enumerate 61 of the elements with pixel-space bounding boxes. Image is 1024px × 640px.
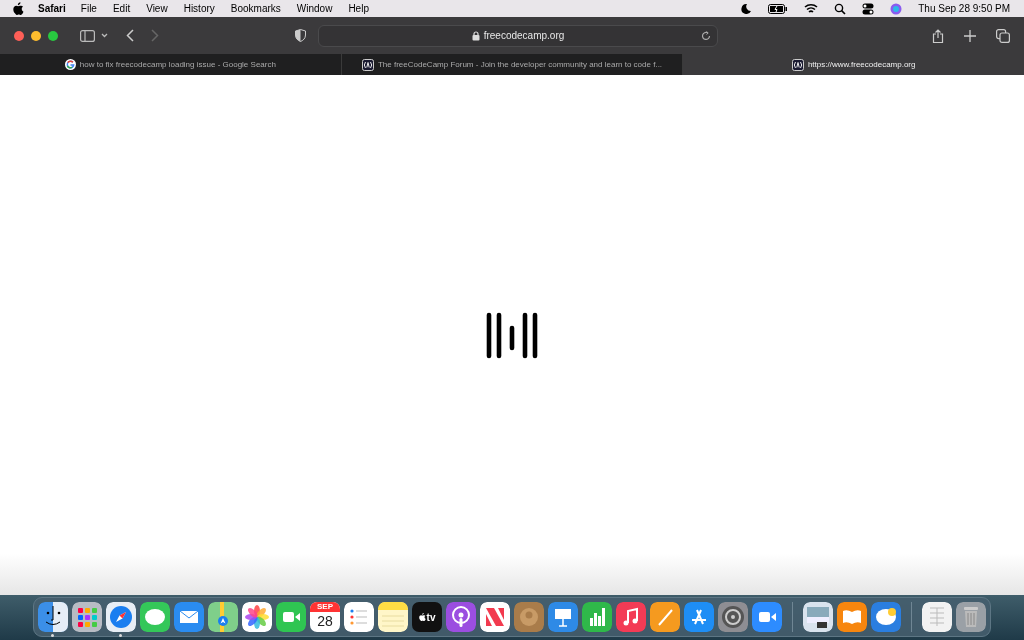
code-brackets-icon xyxy=(791,58,804,71)
flower-icon[interactable] xyxy=(242,602,272,632)
presentation-icon[interactable] xyxy=(548,602,578,632)
menu-clock[interactable]: Thu Sep 28 9:50 PM xyxy=(918,3,1010,14)
tv-app-icon[interactable]: tv xyxy=(412,602,442,632)
menu-item[interactable]: Help xyxy=(348,3,369,14)
sidebar-icon[interactable] xyxy=(80,29,95,42)
shield-icon[interactable] xyxy=(295,29,306,42)
music-note-icon[interactable] xyxy=(616,602,646,632)
menu-item[interactable]: Bookmarks xyxy=(230,3,281,14)
lock-icon xyxy=(471,30,480,41)
apple-logo-icon[interactable] xyxy=(13,2,24,15)
video-camera-icon[interactable] xyxy=(276,602,306,632)
checklist-icon[interactable] xyxy=(344,602,374,632)
app-grid-icon[interactable] xyxy=(72,602,102,632)
search-icon[interactable] xyxy=(834,2,847,15)
app-store-icon[interactable] xyxy=(684,602,714,632)
menu-item[interactable]: File xyxy=(80,3,97,14)
bar-chart-icon[interactable] xyxy=(582,602,612,632)
menu-item[interactable]: Edit xyxy=(112,3,131,14)
address-book-icon[interactable] xyxy=(514,602,544,632)
gear-icon[interactable] xyxy=(718,602,748,632)
notepad-icon[interactable] xyxy=(378,602,408,632)
moon-icon[interactable] xyxy=(740,2,753,15)
voice-assistant-icon[interactable] xyxy=(890,2,903,15)
reload-icon[interactable] xyxy=(701,30,711,41)
zoom-button[interactable] xyxy=(48,30,58,41)
finder-face-icon[interactable] xyxy=(38,602,68,632)
video-camera-icon[interactable] xyxy=(752,602,782,632)
cloud-sun-icon[interactable] xyxy=(871,602,901,632)
menu-app-name[interactable]: Safari xyxy=(38,3,66,14)
tab-overview-icon[interactable] xyxy=(996,28,1010,43)
code-brackets-icon xyxy=(361,58,374,71)
speech-bubble-icon[interactable] xyxy=(140,602,170,632)
back-icon[interactable] xyxy=(126,29,134,42)
menu-item[interactable]: View xyxy=(146,3,168,14)
minimize-button[interactable] xyxy=(31,30,41,41)
wifi-icon[interactable] xyxy=(804,3,819,14)
open-book-icon[interactable] xyxy=(837,602,867,632)
compass-icon[interactable] xyxy=(106,602,136,632)
trash-icon[interactable] xyxy=(956,602,986,632)
menu-item[interactable]: History xyxy=(183,3,215,14)
photo-viewer-icon[interactable] xyxy=(803,602,833,632)
plus-icon[interactable] xyxy=(964,29,976,42)
battery-icon[interactable] xyxy=(768,3,789,14)
chevron-down-icon[interactable] xyxy=(101,33,108,38)
address-bar[interactable]: freecodecamp.org xyxy=(318,24,718,47)
share-icon[interactable] xyxy=(932,28,944,43)
envelope-icon[interactable] xyxy=(174,602,204,632)
google-g-icon xyxy=(64,59,76,70)
pen-icon[interactable] xyxy=(650,602,680,632)
close-button[interactable] xyxy=(14,30,24,41)
menu-item[interactable]: Window xyxy=(296,3,333,14)
map-icon[interactable] xyxy=(208,602,238,632)
browser-tab[interactable]: https://www.freecodecamp.org xyxy=(683,54,1024,75)
podcast-icon[interactable] xyxy=(446,602,476,632)
loading-bars-drawing xyxy=(486,311,538,359)
news-icon[interactable] xyxy=(480,602,510,632)
toggle-switches-icon[interactable] xyxy=(862,2,875,15)
calendar-app-icon[interactable]: SEP 28 xyxy=(310,602,340,632)
document-icon[interactable] xyxy=(922,602,952,632)
